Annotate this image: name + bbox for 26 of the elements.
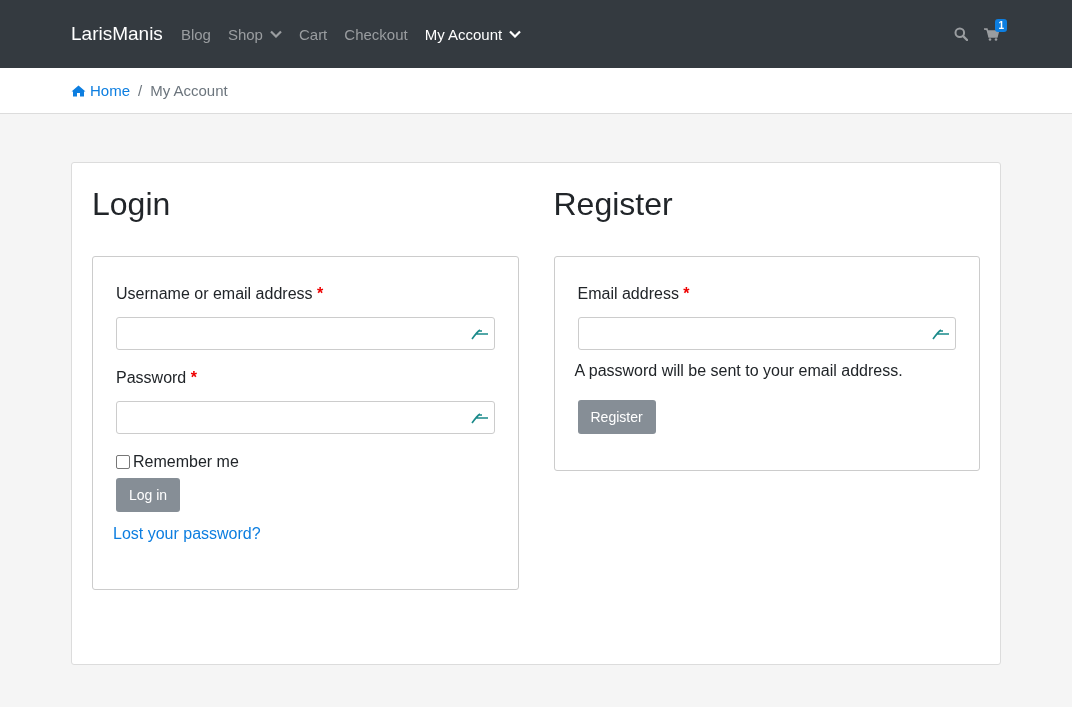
- register-button[interactable]: Register: [577, 400, 656, 434]
- login-heading: Login: [92, 185, 172, 223]
- nav-link[interactable]: Shop: [227, 25, 282, 43]
- nav-link[interactable]: Cart: [298, 25, 328, 43]
- nav-link[interactable]: Checkout: [344, 25, 408, 43]
- cart-count-badge: 1: [995, 18, 1007, 32]
- remember-checkbox[interactable]: Remember me: [116, 453, 239, 471]
- input-field[interactable]: [577, 317, 956, 350]
- register-heading: Register: [553, 185, 674, 223]
- input-field[interactable]: [116, 317, 495, 350]
- field-label: Email address *: [577, 285, 691, 303]
- nav-link[interactable]: My Account: [424, 25, 522, 43]
- register-note: A password will be sent to your email address.: [574, 362, 904, 380]
- login-button[interactable]: Log in: [116, 478, 181, 512]
- breadcrumb-home-link[interactable]: Home: [71, 82, 130, 99]
- breadcrumb-separator: /: [138, 82, 143, 99]
- field-label: Username or email address *: [116, 285, 325, 303]
- brand-link[interactable]: LarisManis: [71, 23, 163, 45]
- home-icon: [71, 84, 86, 97]
- field-label: Password *: [116, 369, 198, 387]
- search-icon[interactable]: [954, 27, 968, 41]
- cart-icon[interactable]: [984, 27, 999, 41]
- breadcrumb-current: My Account: [150, 82, 228, 99]
- nav-link[interactable]: Blog: [180, 25, 211, 43]
- lost-password-link[interactable]: Lost your password?: [113, 525, 261, 543]
- input-field[interactable]: [116, 401, 495, 434]
